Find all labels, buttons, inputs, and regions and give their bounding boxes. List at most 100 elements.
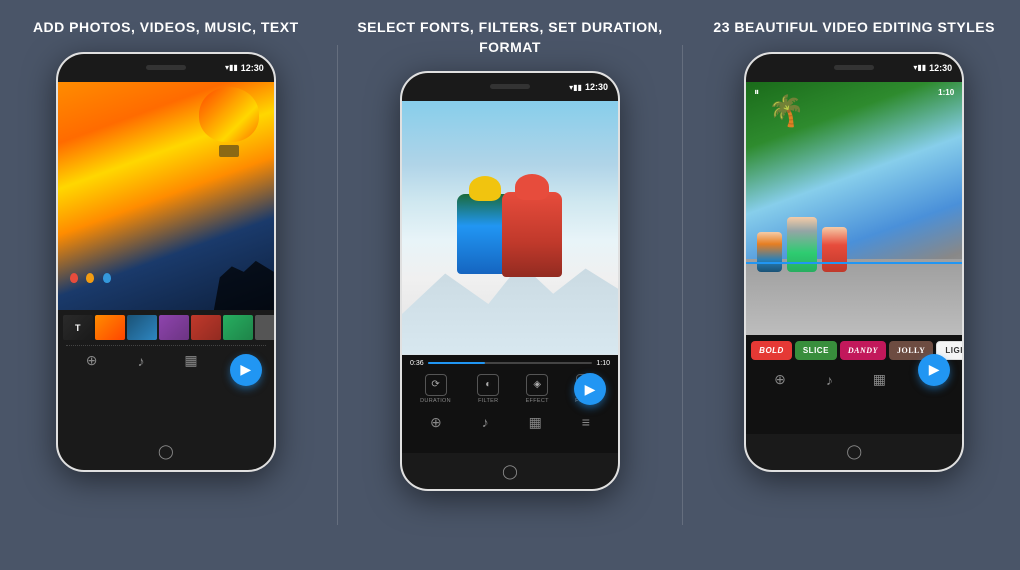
skater-body-1 — [757, 232, 782, 272]
style-bold[interactable]: BOLD — [751, 341, 792, 360]
helmet-left — [469, 176, 501, 201]
skate-scene: 🌴 ⏸ 1:10 — [746, 82, 962, 335]
phone-1-speaker — [146, 65, 186, 70]
effect-icon: ◈ — [526, 374, 548, 396]
panel-1-title: ADD PHOTOS, VIDEOS, MUSIC, TEXT — [33, 18, 299, 38]
filter-btn[interactable]: ◐ FILTER — [477, 374, 499, 404]
thumb-1 — [95, 315, 125, 340]
mountain-scene — [402, 101, 618, 354]
phone-2-statusbar: ▾▮▮ 12:30 — [402, 73, 618, 101]
time-end: 1:10 — [596, 360, 610, 367]
time-3: 12:30 — [929, 63, 952, 73]
panel-3-title: 23 BEAUTIFUL VIDEO EDITING STYLES — [713, 18, 995, 38]
video-icon-2: ▦ — [529, 414, 542, 431]
time-start: 0:36 — [410, 360, 424, 367]
nav-add[interactable]: ⊕ — [86, 352, 98, 369]
toolbar-nav-2: ⊕ ♪ ▦ ≡ — [402, 410, 618, 435]
filter-label: FILTER — [478, 398, 498, 404]
style-slice[interactable]: SLICE — [795, 341, 837, 360]
video-icon-3: ▦ — [873, 371, 886, 388]
balloon-basket — [219, 145, 239, 157]
video-time: 1:10 — [938, 88, 954, 97]
fab-2[interactable]: ▶ — [574, 373, 606, 405]
nav-video[interactable]: ▦ — [184, 352, 197, 369]
phone-2-screen: 0:36 1:10 ⟳ DURATION ◐ FILTER — [402, 101, 618, 453]
phone-3-bottom: ◯ — [746, 434, 962, 470]
phone-2-bottom: ◯ — [402, 453, 618, 489]
signal-icons-1: ▾▮▮ — [225, 63, 238, 72]
home-icon-2: ◯ — [502, 463, 518, 480]
home-icon-3: ◯ — [846, 443, 862, 460]
progress-area: 0:36 1:10 — [402, 355, 618, 370]
thumb-3 — [159, 315, 189, 340]
status-bar-1: ▾▮▮ 12:30 — [225, 63, 264, 73]
phone-3: ▾▮▮ 12:30 🌴 — [744, 52, 964, 472]
thumb-2 — [127, 315, 157, 340]
effect-label: EFFECT — [526, 398, 549, 404]
signal-icons-3: ▾▮▮ — [913, 63, 926, 72]
small-balloons — [68, 271, 113, 290]
fab-3[interactable]: ▶ — [918, 354, 950, 386]
add-icon-3: ⊕ — [774, 371, 786, 388]
phone-3-screen: 🌴 ⏸ 1:10 — [746, 82, 962, 434]
phone-2: ▾▮▮ 12:30 0:3 — [400, 71, 620, 491]
phone-1-screen: T ⊕ ♪ — [58, 82, 274, 434]
person-silhouette — [214, 255, 274, 310]
progress-fill — [428, 362, 486, 364]
thumbnail-row: T — [58, 310, 274, 343]
home-icon: ◯ — [158, 443, 174, 460]
phone-2-speaker — [490, 84, 530, 89]
main-balloon — [199, 87, 259, 162]
selfie-group — [424, 152, 597, 317]
fab-1[interactable]: ▶ — [230, 354, 262, 386]
fab-2-icon: ▶ — [585, 381, 596, 398]
pause-icon: ⏸ — [754, 87, 759, 98]
settings-icon-2: ≡ — [582, 414, 590, 430]
music-icon-3: ♪ — [826, 372, 833, 388]
music-icon: ♪ — [137, 353, 144, 369]
skater-3 — [822, 227, 847, 272]
phone-3-speaker — [834, 65, 874, 70]
duration-icon: ⟳ — [425, 374, 447, 396]
panel-2-title: SELECT FONTS, FILTERS, SET DURATION, FOR… — [350, 18, 670, 57]
style-dandy[interactable]: Dandy — [840, 341, 886, 360]
divider-1 — [337, 45, 338, 525]
fab-3-icon: ▶ — [929, 361, 940, 378]
fab-1-icon: ▶ — [240, 361, 251, 378]
balloon-small-2 — [86, 273, 94, 283]
panel-3: 23 BEAUTIFUL VIDEO EDITING STYLES ▾▮▮ 12… — [694, 0, 1014, 570]
duration-label: DURATION — [420, 398, 451, 404]
duration-btn[interactable]: ⟳ DURATION — [420, 374, 451, 404]
nav-music[interactable]: ♪ — [137, 353, 144, 369]
phone-1: ▾▮▮ 12:30 — [56, 52, 276, 472]
balloon-shape — [199, 87, 259, 142]
separator-dots — [66, 345, 266, 346]
phone-1-statusbar: ▾▮▮ 12:30 — [58, 54, 274, 82]
status-bar-3: ▾▮▮ 12:30 — [913, 63, 952, 73]
progress-track — [428, 362, 593, 364]
thumb-4 — [191, 315, 221, 340]
music-icon-2: ♪ — [482, 414, 489, 430]
phone-1-bottom: ◯ — [58, 434, 274, 470]
helmet-right — [515, 174, 549, 200]
panel-1: ADD PHOTOS, VIDEOS, MUSIC, TEXT ▾▮▮ 12:3… — [6, 0, 326, 570]
text-thumbnail: T — [63, 315, 93, 340]
phone-3-statusbar: ▾▮▮ 12:30 — [746, 54, 962, 82]
add-icon: ⊕ — [86, 352, 98, 369]
effect-btn[interactable]: ◈ EFFECT — [526, 374, 549, 404]
balloon-scene — [58, 82, 274, 311]
divider-2 — [682, 45, 683, 525]
video-progress-bar — [746, 262, 962, 264]
panel-2: SELECT FONTS, FILTERS, SET DURATION, FOR… — [350, 0, 670, 570]
thumb-5 — [223, 315, 253, 340]
balloon-small-3 — [103, 273, 111, 283]
thumb-6 — [255, 315, 274, 340]
skater-1 — [757, 232, 782, 272]
figure-right — [502, 192, 562, 277]
skater-body-3 — [822, 227, 847, 272]
time-1: 12:30 — [241, 63, 264, 73]
filter-icon: ◐ — [477, 374, 499, 396]
balloon-small-1 — [70, 273, 78, 283]
status-bar-2: ▾▮▮ 12:30 — [569, 82, 608, 92]
time-2: 12:30 — [585, 82, 608, 92]
